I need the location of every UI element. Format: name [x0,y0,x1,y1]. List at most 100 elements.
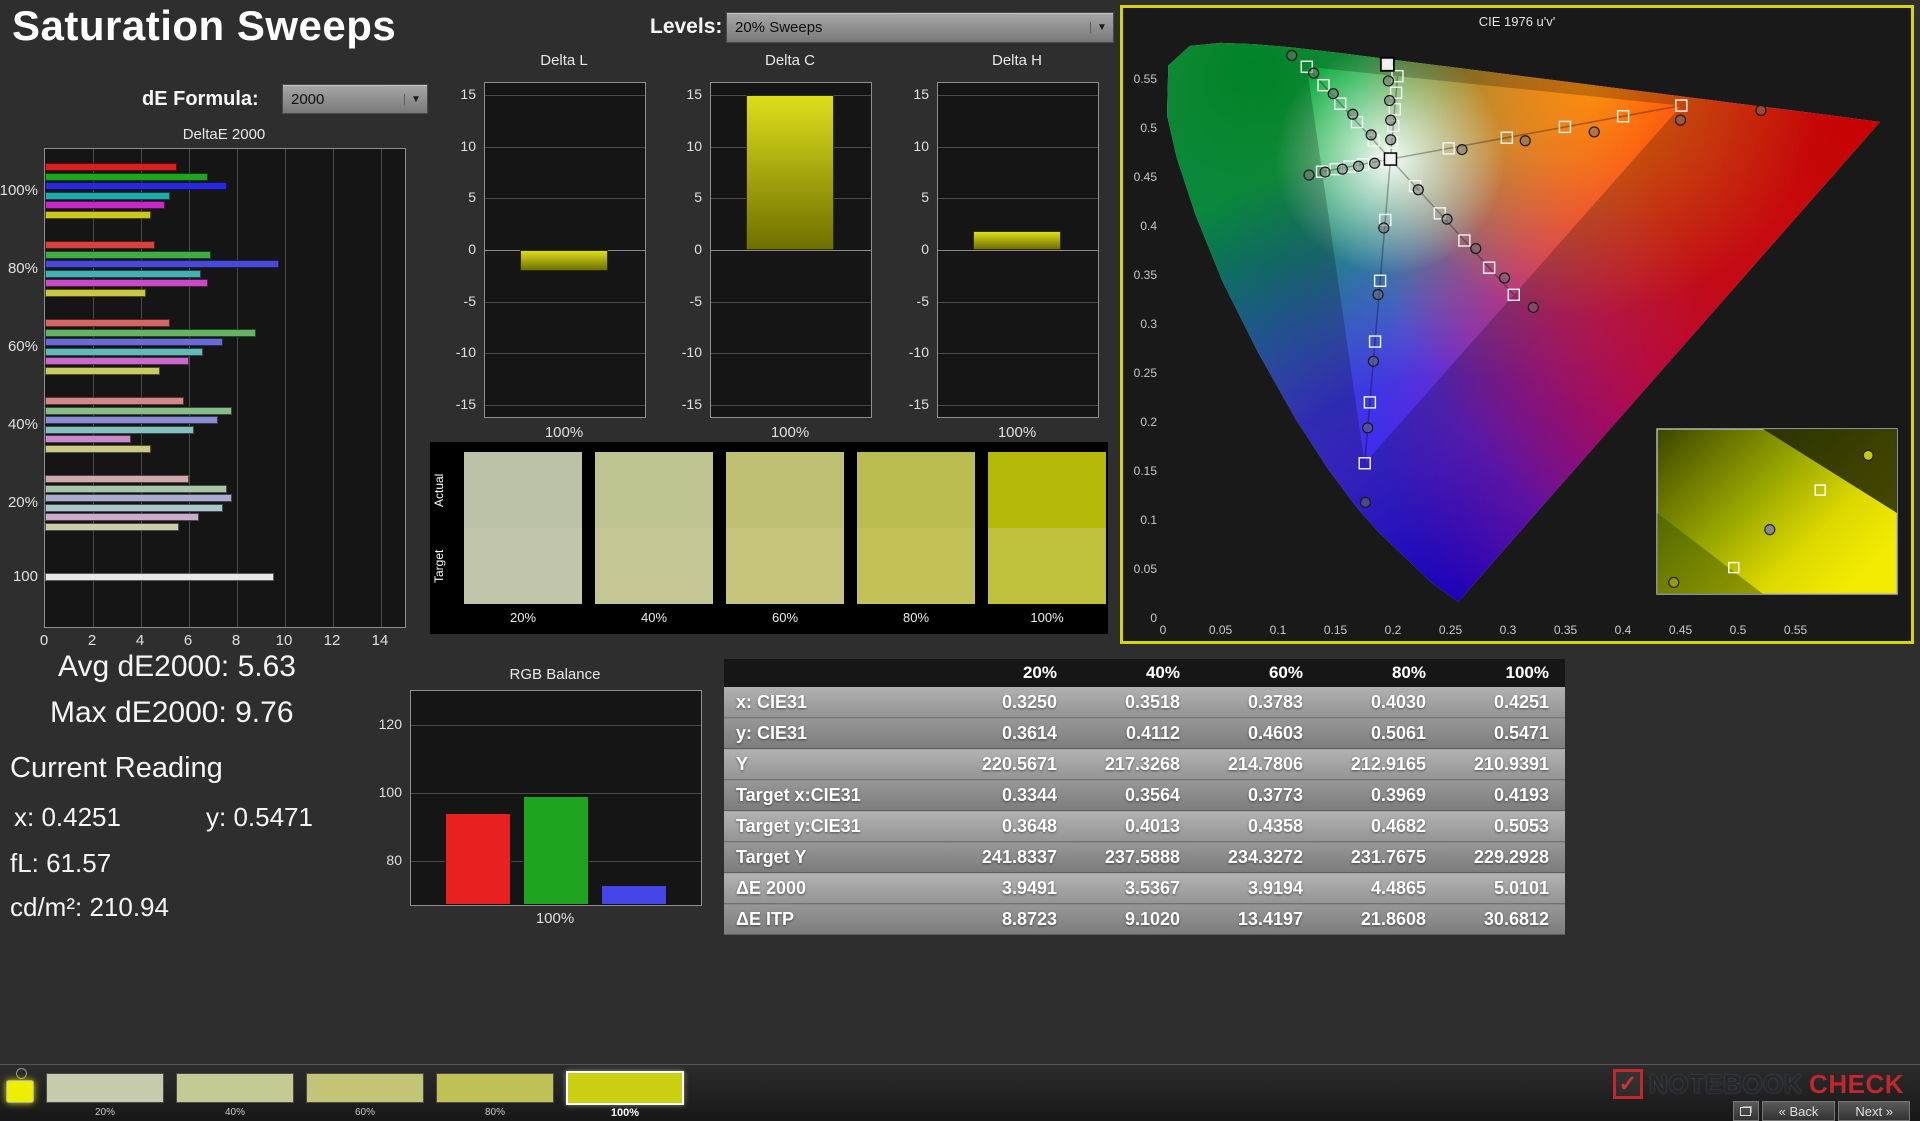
de-bar [45,573,274,581]
inset-measured-marker [1669,577,1679,587]
patch-select-swatch[interactable] [436,1073,554,1103]
nav-buttons: « Back Next » [1733,1101,1910,1121]
y-tick-label: -10 [899,344,929,360]
y-tick-label: -5 [899,293,929,309]
patch-select-swatch[interactable] [306,1073,424,1103]
de-bar [45,289,146,297]
patch-select-label: 80% [485,1107,505,1118]
table-cell: 0.4112 [1073,718,1196,749]
gridline [333,149,334,627]
patch-select-swatch[interactable] [176,1073,294,1103]
y-tick-label: 5 [446,189,476,205]
de-bar [45,201,165,209]
rgb-balance-plot [410,690,702,906]
table-row-label: x: CIE31 [724,687,950,718]
swatch-label: 80% [857,610,975,625]
y-tick-label: 0.5 [1140,121,1157,135]
table-cell: 3.9194 [1196,873,1319,904]
de-formula-selected-value: 2000 [283,91,404,108]
de-bar [45,163,177,171]
chart-title: RGB Balance [410,666,700,683]
de-bar [45,260,279,268]
chevron-down-icon: ▼ [1090,22,1113,33]
sweep-swatch: 40% [595,452,713,630]
table-cell: 0.3648 [950,811,1073,842]
table-cell: 0.5053 [1442,811,1565,842]
patch-select-label: 100% [611,1107,639,1119]
measured-marker [1457,145,1467,155]
table-cell: 9.1020 [1073,904,1196,935]
y-tick-label: 0 [446,241,476,257]
cie-diagram-panel: CIE 1976 u'v' [1120,5,1914,644]
table-cell: 0.4013 [1073,811,1196,842]
de-bar [45,279,208,287]
x-tick-label: 0.15 [1324,623,1348,637]
page-title: Saturation Sweeps [12,2,396,50]
x-tick-label: 0.1 [1270,623,1287,637]
measured-marker [1363,423,1373,433]
gridline [485,353,645,354]
patch-indicator-dot [16,1068,27,1079]
x-tick-label: 8 [232,632,240,649]
gridline [485,95,645,96]
swatch-label: 40% [595,610,713,625]
gridline [411,725,701,726]
table-cell: 0.3969 [1319,780,1442,811]
logo-text-notebook: NOTEBOOK [1649,1069,1803,1100]
x-tick-label: 0.05 [1209,623,1233,637]
sweep-swatch: 20% [464,452,582,630]
table-cell: 13.4197 [1196,904,1319,935]
swatch-label: 100% [988,610,1106,625]
table-row: x: CIE310.32500.35180.37830.40300.4251 [724,687,1565,718]
table-cell: 0.3564 [1073,780,1196,811]
y-tick-label: 0.45 [1134,170,1158,184]
table-cell: 30.6812 [1442,904,1565,935]
y-tick-label: 10 [672,138,702,154]
measured-marker [1379,223,1389,233]
de-bar [45,357,189,365]
y-tick-label: -5 [672,293,702,309]
swatch-label: 20% [464,610,582,625]
back-button[interactable]: « Back [1762,1101,1836,1121]
current-point-marker [1381,58,1394,71]
delta-l-chart: Delta L 151050-5-10-15 100% [446,52,650,452]
table-cell: 0.4358 [1196,811,1319,842]
actual-target-swatch-panel: Actual Target 20%40%60%80%100% [430,442,1108,634]
window-restore-button[interactable] [1733,1101,1759,1121]
delta-bar [973,231,1061,250]
de-bar [45,270,201,278]
y-tick-label: -10 [446,344,476,360]
axis-label: 100% [410,910,700,927]
table-header-cell: 80% [1319,659,1442,687]
group-label: 100 [13,568,38,585]
next-button[interactable]: Next » [1838,1101,1910,1121]
gridline [93,149,94,627]
de-bar [45,348,203,356]
x-tick-label: 2 [88,632,96,649]
table-cell: 0.3614 [950,718,1073,749]
de-formula-select[interactable]: 2000 ▼ [282,84,428,114]
table-cell: 3.9491 [950,873,1073,904]
table-row-label: Target y:CIE31 [724,811,950,842]
current-x: x: 0.4251 [14,802,121,833]
gridline [237,149,238,627]
chart-title: Delta L [484,52,644,69]
axis-ticks: 151050-5-10-15 [672,82,706,416]
target-swatch [464,528,582,604]
levels-select[interactable]: 20% Sweeps ▼ [726,12,1114,43]
measured-marker [1287,50,1297,60]
deltae2000-axis-labels: 02468101214 [0,632,420,652]
table-cell: 241.8337 [950,842,1073,873]
table-cell: 212.9165 [1319,749,1442,780]
de-bar [45,251,211,259]
blue-bar [601,885,667,905]
measured-marker [1337,164,1347,174]
de-bar [45,182,227,190]
deltae2000-chart: DeltaE 2000 100%80%60%40%20%100 02468101… [0,120,420,650]
table-header-cell [724,659,950,687]
table-header-cell: 100% [1442,659,1565,687]
sweep-swatch: 100% [988,452,1106,630]
de-bar [45,367,160,375]
patch-select-swatch[interactable] [46,1073,164,1103]
patch-select-swatch[interactable] [566,1071,684,1105]
